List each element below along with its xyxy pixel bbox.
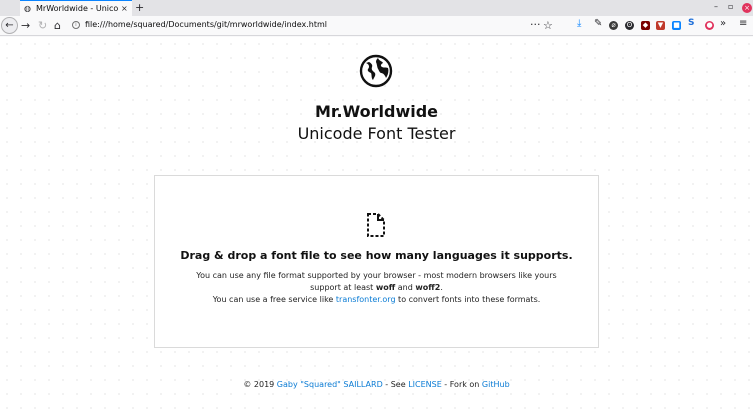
url-bar[interactable]: file:///home/squared/Documents/git/mrwor… <box>85 20 327 29</box>
license-link[interactable]: LICENSE <box>408 380 442 389</box>
dropzone-text: and <box>395 283 416 292</box>
extension-icon[interactable]: ◆ <box>641 21 650 30</box>
back-button[interactable]: ← <box>1 17 18 34</box>
footer-text: - Fork on <box>441 380 482 389</box>
tab-strip: ◍ MrWorldwide - Unicode Font Tester × + … <box>0 0 753 16</box>
extension-icon[interactable]: S <box>688 18 694 28</box>
extension-icon[interactable]: ▼ <box>656 21 665 30</box>
globe-icon <box>359 54 393 88</box>
info-icon[interactable]: i <box>72 21 80 29</box>
extension-icon[interactable]: ⌀ <box>609 21 618 30</box>
page-subtitle: Unicode Font Tester <box>297 124 456 143</box>
dropzone-heading: Drag & drop a font file to see how many … <box>180 249 573 262</box>
transfonter-link[interactable]: transfonter.org <box>336 295 396 304</box>
page-content: Mr.Worldwide Unicode Font Tester Drag & … <box>0 37 753 417</box>
extension-icon[interactable]: ● <box>705 21 714 30</box>
dropzone-text: to convert fonts into these formats. <box>395 295 541 304</box>
forward-button[interactable]: → <box>21 18 30 34</box>
bookmark-star-icon[interactable]: ☆ <box>543 18 553 34</box>
footer-text: © 2019 <box>243 380 277 389</box>
font-dropzone[interactable]: Drag & drop a font file to see how many … <box>154 175 599 348</box>
tab-mrworldwide[interactable]: ◍ MrWorldwide - Unicode Font Tester × <box>20 0 132 16</box>
nav-bar: ← → ↻ ⌂ i file:///home/squared/Documents… <box>0 16 753 36</box>
home-button[interactable]: ⌂ <box>54 18 61 34</box>
dropzone-text: You can use a free service like <box>212 295 336 304</box>
extension-icon[interactable]: ■ <box>672 21 681 30</box>
footer-text: - See <box>382 380 409 389</box>
reload-button[interactable]: ↻ <box>38 18 47 34</box>
dropzone-text: . <box>440 283 443 292</box>
overflow-icon[interactable]: » <box>720 18 726 29</box>
page-actions-button[interactable]: ··· <box>530 17 541 33</box>
close-tab-icon[interactable]: × <box>121 4 128 13</box>
close-window-button[interactable]: × <box>742 3 752 13</box>
format-woff2: woff2 <box>415 283 441 292</box>
minimize-button[interactable]: – <box>714 2 718 11</box>
page-title: Mr.Worldwide <box>314 102 439 121</box>
maximize-button[interactable]: ▫ <box>728 2 733 11</box>
download-icon[interactable]: ⤓ <box>577 18 581 29</box>
globe-icon: ◍ <box>24 4 31 13</box>
dropzone-description: You can use any file format supported by… <box>183 270 570 306</box>
new-tab-button[interactable]: + <box>135 1 144 14</box>
extension-icon[interactable]: ʘ <box>625 21 634 30</box>
footer: © 2019 Gaby "Squared" SAILLARD - See LIC… <box>0 380 753 389</box>
menu-icon[interactable]: ≡ <box>739 18 747 29</box>
file-icon <box>367 213 385 237</box>
github-link[interactable]: GitHub <box>482 380 510 389</box>
format-woff: woff <box>375 283 396 292</box>
author-link[interactable]: Gaby "Squared" SAILLARD <box>277 380 383 389</box>
tab-title: MrWorldwide - Unicode Font Tester <box>36 4 118 13</box>
wrench-icon[interactable]: ✎ <box>594 18 602 29</box>
